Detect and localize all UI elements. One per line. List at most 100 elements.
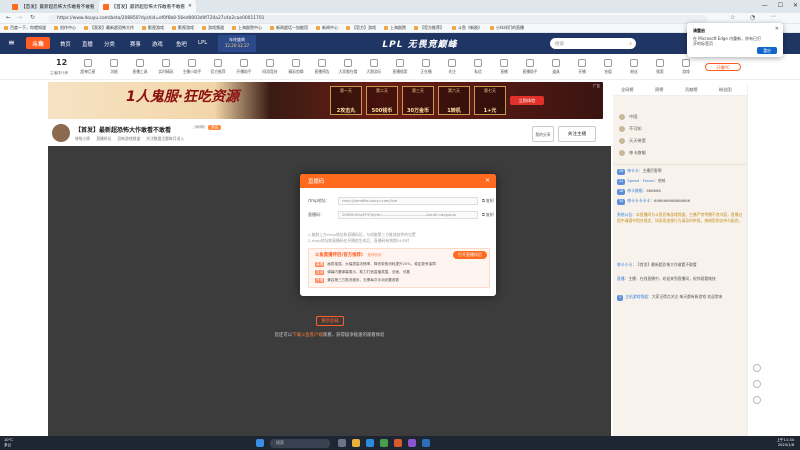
app-icon[interactable] [394,439,402,447]
category-item[interactable]: 关注 [440,59,464,75]
category-item[interactable]: 游戏 [674,59,698,75]
streamer-avatar[interactable] [52,124,70,142]
follow-streamer-button[interactable]: 关注主播 [558,126,596,142]
rtmp-address-field[interactable]: rtmp://sendfile.douyu.com/live [338,197,478,205]
nav-home[interactable]: 首页 [60,40,71,48]
windows-start-icon[interactable] [256,439,264,447]
category-item[interactable]: 直播 [492,59,516,75]
rank-row[interactable]: 中国 [619,114,637,120]
favorite-item[interactable]: 【官方推荐】 [414,25,444,31]
favorite-item[interactable]: 创作中心 [54,25,76,31]
profile-icon[interactable]: ◔ [750,14,755,21]
category-item[interactable]: 网游竞技 [258,59,282,75]
event-badge[interactable]: 年终盛典 12.20-12.27 [218,35,256,52]
favorite-item[interactable]: 斗鱼《新剧》 [452,25,482,31]
menu-icon[interactable]: ≡ [8,38,15,47]
favorite-item[interactable]: 小伙伴们的直播 [490,25,524,31]
maximize-icon[interactable]: ☐ [778,2,783,9]
app-icon[interactable] [408,439,416,447]
nav-games[interactable]: 游戏 [152,40,163,48]
nav-live[interactable]: 直播 [82,40,93,48]
favorite-item[interactable]: 游戏频道 [202,25,224,31]
favorite-item[interactable]: 【直发】最新超恐怖大作 [84,25,134,31]
site-search-input[interactable]: 搜索 ⌕ [550,38,636,49]
category-item[interactable]: 主播小助手 [180,59,204,75]
category-item[interactable]: 功能 [102,59,126,75]
lpl-banner[interactable]: LPL 无畏竞巅峰 [350,35,490,52]
category-item[interactable]: 精彩剪辑 [284,59,308,75]
store-icon[interactable] [380,439,388,447]
nav-lpl[interactable]: LPL [198,40,207,46]
start-live-button[interactable]: 开播PC [705,63,741,71]
nav-events[interactable]: 赛事 [130,40,141,48]
gift-icon[interactable] [753,364,761,372]
nav-category[interactable]: 分类 [104,40,115,48]
favorite-item[interactable]: 影视游戏 [142,25,164,31]
task-view-icon[interactable] [338,439,346,447]
category-item[interactable]: 道具 [544,59,568,75]
close-icon[interactable]: ✕ [775,26,779,32]
tab-fans[interactable]: 粉丝团 [719,87,732,93]
rank-row[interactable]: 天天带宽 [619,138,646,144]
close-tab-icon[interactable]: ✕ [188,4,192,9]
ad-banner[interactable]: 1人鬼服·狂吃资源 第一天 2攻击丸 第二天 500钱币 第三天 30万金币 第六天 1… [48,82,603,119]
tab-all-rank[interactable]: 全网榜 [621,87,634,93]
open-companion-button[interactable]: 打开直播伴侣 [453,251,487,259]
nav-fishbar[interactable]: 鱼吧 [176,40,187,48]
category-item[interactable]: 直播搜索 [388,59,412,75]
category-item[interactable]: 大家都在看 [336,59,360,75]
favorite-item[interactable]: 上海剧院中心 [232,25,262,31]
taskbar-clock[interactable]: 上午11:34 2025/1/6 [776,438,794,448]
forward-icon[interactable]: → [17,14,22,21]
ad-cta-button[interactable]: 立即体验 [510,96,544,105]
share-button[interactable]: 我的分享 [532,126,554,142]
minimize-icon[interactable]: — [762,2,768,9]
category-item[interactable]: 官方推荐 [206,59,230,75]
category-item[interactable]: 正在播 [414,59,438,75]
tab-week-rank[interactable]: 周榜 [655,87,663,93]
category-item[interactable]: 私信 [466,59,490,75]
tab-contribution[interactable]: 贡献榜 [685,87,698,93]
favorite-item[interactable]: 百度一下，你就知道 [4,25,46,31]
reload-button[interactable]: 重新加载 [316,316,344,326]
close-window-icon[interactable]: ✕ [793,2,798,9]
category-item[interactable]: 大鹅游乐 [362,59,386,75]
favorite-item[interactable]: 新闻中心 [316,25,338,31]
douyu-logo[interactable]: 斗鱼 [26,37,50,49]
search-icon[interactable]: ⌕ [629,41,632,47]
browser-tab[interactable]: 【首发】最新超恐怖大作敢看不敢看 [8,0,99,13]
taskbar-search[interactable]: 搜索 [270,438,330,448]
feedback-icon[interactable] [753,380,761,388]
rank-row[interactable]: 哆卡旗舰 [619,150,646,156]
category-item[interactable]: 开播 [570,59,594,75]
stream-key-field[interactable]: 20850rXGpEF3?dyHe=————————————&auth=wxgr… [338,211,478,219]
favorite-item[interactable]: 【官方】游戏 [346,25,376,31]
weather-widget[interactable]: 10°C 多云 [4,438,13,448]
file-explorer-icon[interactable] [352,439,360,447]
category-item[interactable]: 搜索 [648,59,672,75]
favorite-item[interactable]: 上海剧院 [384,25,406,31]
category-item[interactable]: 直播预告 [310,59,334,75]
browser-tab-active[interactable]: 【首发】最新超恐怖大作敢看不敢看 ✕ [98,0,196,13]
category-item[interactable]: 直播助手 [518,59,542,75]
category-item[interactable]: 实时精彩 [154,59,178,75]
edge-icon[interactable] [366,439,374,447]
refresh-icon[interactable]: ↻ [30,14,35,21]
favorite-item[interactable]: 新闻超话一加能用 [270,25,308,31]
restart-button[interactable]: 重启 [757,47,777,54]
rank-label[interactable]: 主播排行榜 [50,71,68,76]
category-item[interactable]: 充值 [596,59,620,75]
category-item[interactable]: 直播工具 [128,59,152,75]
app-icon[interactable] [422,439,430,447]
follow-tag[interactable]: 关注 [208,125,222,130]
rank-row[interactable]: 不可知 [619,126,642,132]
close-icon[interactable]: ✕ [485,177,490,184]
download-client-link[interactable]: 下载斗鱼客户端 [292,333,323,338]
category-item[interactable]: 开播助手 [232,59,256,75]
back-to-top-icon[interactable] [753,396,761,404]
copy-key-button[interactable]: ⧉ 复制 [482,212,494,218]
favorite-item[interactable]: 影视游戏 [172,25,194,31]
category-item[interactable]: 超神巨星 [76,59,100,75]
category-item[interactable]: 粉丝 [622,59,646,75]
url-input[interactable]: https://www.douyu.com/beta/208850?dyshid… [48,14,708,23]
